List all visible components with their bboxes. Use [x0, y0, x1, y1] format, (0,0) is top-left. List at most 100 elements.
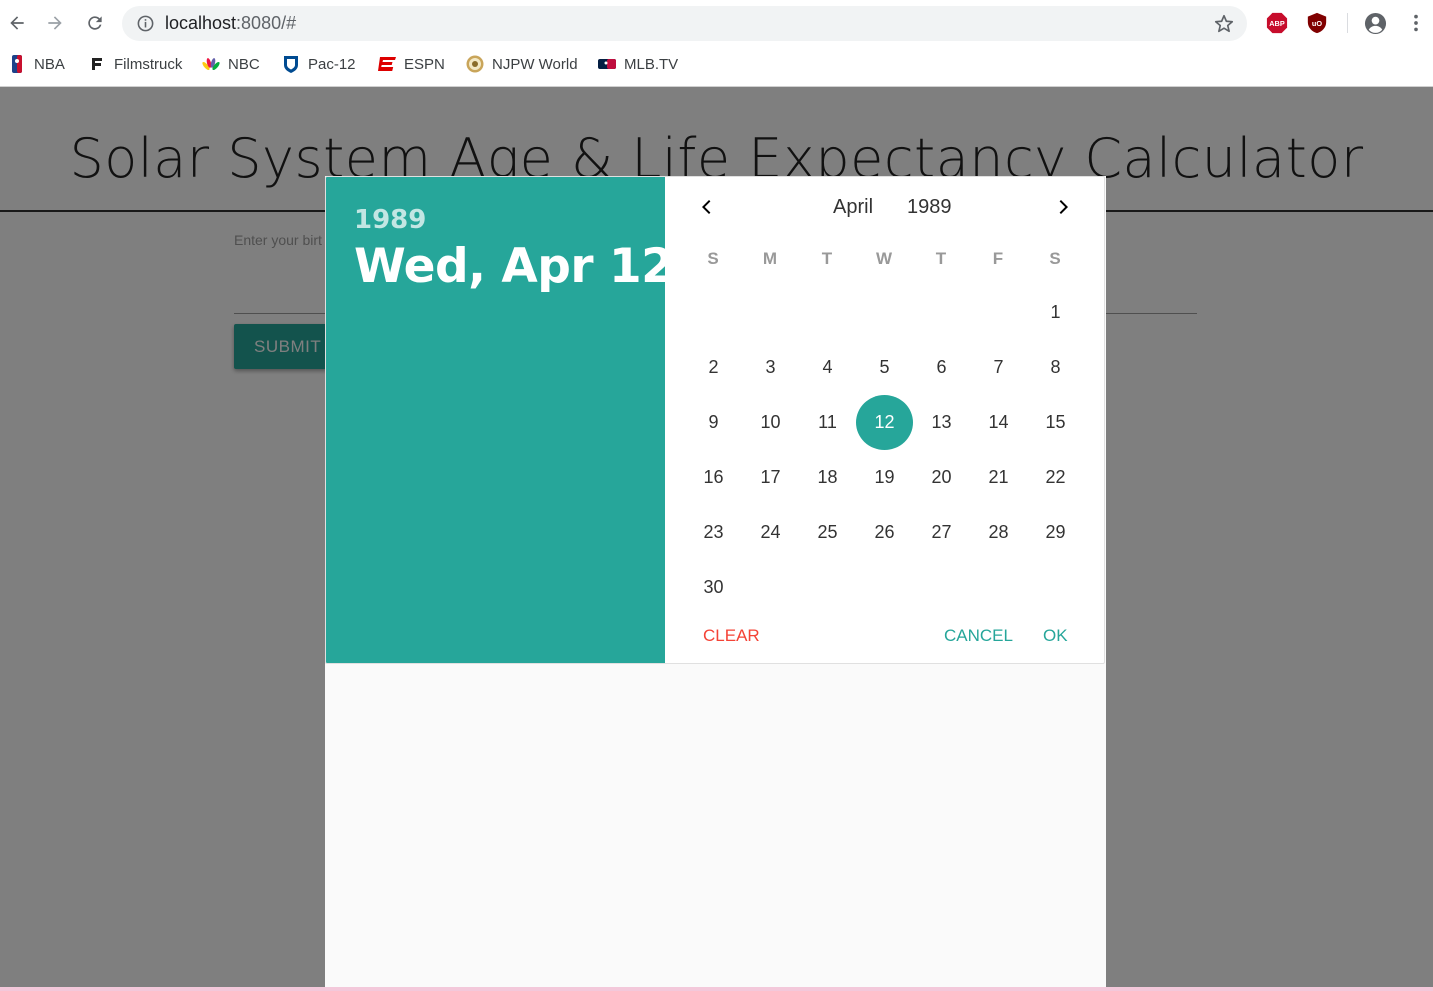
ublock-origin-icon: uO: [1307, 12, 1327, 34]
more-vert-icon[interactable]: [1405, 12, 1427, 34]
bookmark-label: Pac-12: [308, 55, 356, 73]
info-icon[interactable]: [136, 14, 155, 33]
calendar-day[interactable]: 9: [685, 395, 742, 450]
calendar-day[interactable]: 25: [799, 505, 856, 560]
day-number: 22: [1045, 467, 1066, 487]
calendar-day[interactable]: 29: [1027, 505, 1084, 560]
weekday-label: M: [762, 249, 778, 268]
year-select[interactable]: 1989: [907, 196, 952, 219]
weekday-label: W: [875, 249, 893, 268]
calendar-day[interactable]: 19: [856, 450, 913, 505]
calendar-day[interactable]: 15: [1027, 395, 1084, 450]
day-number: 3: [765, 357, 776, 377]
day-number: 28: [988, 522, 1009, 542]
ublock-origin-extension[interactable]: uO: [1306, 12, 1328, 34]
forward-button[interactable]: [40, 8, 70, 38]
calendar-day[interactable]: 30: [685, 560, 742, 615]
calendar-day[interactable]: 27: [913, 505, 970, 560]
bookmark-label: NBC: [228, 55, 260, 73]
day-number: 9: [708, 412, 719, 432]
ok-button[interactable]: OK: [1043, 626, 1068, 646]
window-bottom-edge: [0, 987, 1433, 991]
toolbar-divider: [1347, 13, 1348, 33]
bookmark-label: NJPW World: [492, 55, 578, 73]
date-display-panel: 1989 Wed, Apr 12: [326, 177, 674, 663]
selected-day[interactable]: 12: [856, 395, 913, 450]
clear-button[interactable]: CLEAR: [703, 626, 760, 646]
calendar-day[interactable]: 1: [1027, 285, 1084, 340]
address-bar[interactable]: localhost:8080/#: [122, 6, 1247, 41]
cancel-button[interactable]: CANCEL: [944, 626, 1013, 646]
calendar-day[interactable]: 20: [913, 450, 970, 505]
bookmark-njpw[interactable]: NJPW World: [466, 53, 578, 75]
bookmark-star-icon[interactable]: [1213, 13, 1235, 35]
weekday-label: T: [935, 249, 947, 268]
reload-icon: [88, 16, 102, 30]
filmstruck-icon: [92, 58, 102, 70]
njpw-icon: [466, 55, 484, 73]
url-text[interactable]: localhost:8080/#: [165, 13, 296, 34]
pac12-icon: [284, 56, 298, 73]
calendar-day[interactable]: 10: [742, 395, 799, 450]
selected-date: Wed, Apr 12: [354, 239, 674, 294]
day-number: 30: [703, 577, 724, 597]
calendar-day[interactable]: 13: [913, 395, 970, 450]
bookmark-pac12[interactable]: Pac-12: [282, 53, 356, 75]
profile-avatar-icon[interactable]: [1364, 12, 1387, 35]
calendar-day[interactable]: 14: [970, 395, 1027, 450]
weekday-label: F: [992, 249, 1004, 268]
nbc-peacock-icon: [202, 58, 220, 71]
calendar-day[interactable]: 2: [685, 340, 742, 395]
selected-year[interactable]: 1989: [354, 205, 426, 235]
calendar-day[interactable]: 11: [799, 395, 856, 450]
calendar-day[interactable]: 22: [1027, 450, 1084, 505]
calendar-day[interactable]: 26: [856, 505, 913, 560]
bookmark-nbc[interactable]: NBC: [202, 53, 260, 75]
day-number: 23: [703, 522, 724, 542]
day-number: 14: [988, 412, 1009, 432]
calendar-day[interactable]: 6: [913, 340, 970, 395]
weekday-label: S: [707, 249, 719, 268]
bookmark-filmstruck[interactable]: Filmstruck: [88, 53, 182, 75]
back-button[interactable]: [2, 8, 32, 38]
day-number: 11: [818, 412, 837, 432]
bookmark-nba[interactable]: NBA: [8, 53, 65, 75]
calendar-day[interactable]: 4: [799, 340, 856, 395]
month-select[interactable]: April: [833, 196, 873, 219]
weekday-label: T: [821, 249, 833, 268]
day-number: 13: [931, 412, 952, 432]
nba-icon: [12, 55, 22, 73]
calendar-day[interactable]: 28: [970, 505, 1027, 560]
datepicker: 1989 Wed, Apr 12 April 1989 SMTWTFS 1234…: [325, 176, 1105, 664]
calendar: April 1989 SMTWTFS 1 2 3 4 5 6 7 8 9 10 11 12 13 14 15…: [665, 177, 1104, 663]
bookmark-espn[interactable]: ESPN: [378, 53, 445, 75]
day-number: 27: [931, 522, 952, 542]
day-number: 5: [879, 357, 890, 377]
weekday-label: S: [1049, 249, 1061, 268]
calendar-day[interactable]: 23: [685, 505, 742, 560]
reload-button[interactable]: [80, 8, 110, 38]
mlb-icon: [598, 59, 616, 69]
arrow-right-icon: [48, 16, 62, 30]
ublock-origin-label: uO: [1312, 19, 1322, 28]
chevron-right-icon[interactable]: [1051, 195, 1075, 219]
calendar-day[interactable]: 5: [856, 340, 913, 395]
calendar-day[interactable]: 16: [685, 450, 742, 505]
calendar-day[interactable]: 7: [970, 340, 1027, 395]
day-number: 8: [1050, 357, 1061, 377]
datepicker-modal: 1989 Wed, Apr 12 April 1989 SMTWTFS 1234…: [325, 176, 1106, 988]
bookmark-label: ESPN: [404, 55, 445, 73]
calendar-day[interactable]: 17: [742, 450, 799, 505]
chevron-left-icon[interactable]: [695, 195, 719, 219]
bookmark-label: MLB.TV: [624, 55, 679, 73]
calendar-day[interactable]: 8: [1027, 340, 1084, 395]
day-number: 29: [1045, 522, 1066, 542]
day-number: 20: [931, 467, 952, 487]
espn-icon: [378, 57, 396, 71]
calendar-day[interactable]: 3: [742, 340, 799, 395]
calendar-day[interactable]: 18: [799, 450, 856, 505]
bookmark-mlbtv[interactable]: MLB.TV: [598, 53, 678, 75]
calendar-day[interactable]: 21: [970, 450, 1027, 505]
calendar-day[interactable]: 24: [742, 505, 799, 560]
adblock-plus-extension[interactable]: ABP: [1266, 12, 1288, 34]
